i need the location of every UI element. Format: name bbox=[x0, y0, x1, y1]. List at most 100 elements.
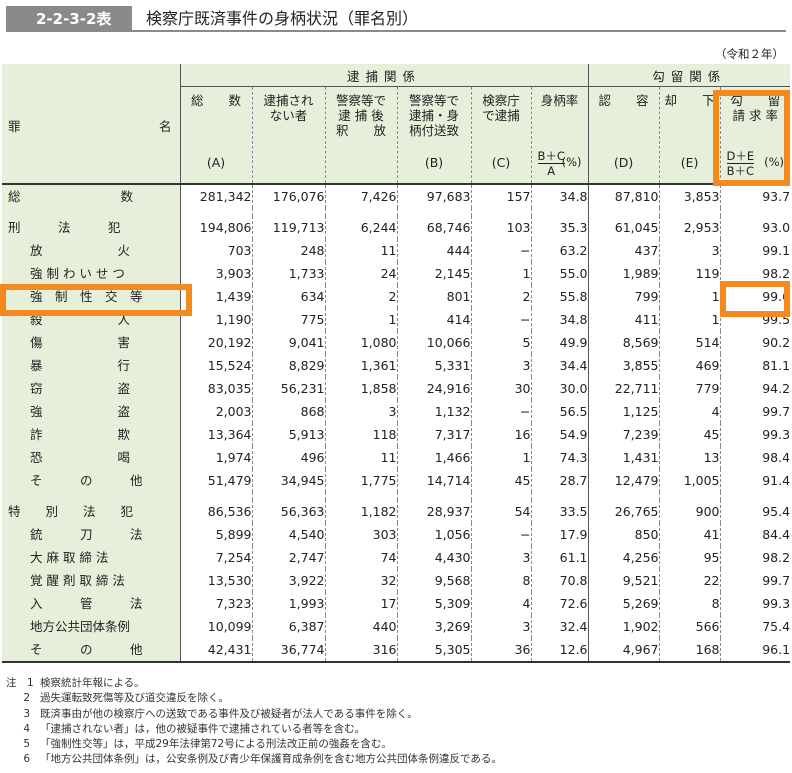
value-cell: 72.6 bbox=[530, 592, 589, 615]
value-cell: 51,479 bbox=[179, 469, 252, 492]
value-cell: 7,254 bbox=[179, 546, 252, 569]
value-cell: 11 bbox=[324, 239, 397, 262]
footnote-text: 「逮捕されない者」は，他の被疑事件で逮捕されている者等を含む。 bbox=[40, 722, 366, 735]
gap-cell bbox=[396, 492, 471, 500]
value-cell: 61,045 bbox=[587, 216, 660, 239]
value-cell: 1 bbox=[658, 285, 721, 308]
value-cell: 22 bbox=[658, 569, 721, 592]
table-row: そ の 他 42,431 36,774 316 5,305 36 12.6 4,967 168 9… bbox=[2, 638, 791, 663]
crime-name-cell: 強 制 わ い せ つ bbox=[2, 262, 180, 285]
table-row: 窃 盗 83,035 56,231 1,858 24,916 30 30.0 22,711 77… bbox=[2, 377, 791, 400]
crime-name: 強 盗 bbox=[30, 404, 131, 419]
crime-header-left: 罪 bbox=[8, 119, 21, 134]
value-cell: − bbox=[470, 523, 531, 546]
value-cell: 24 bbox=[324, 262, 397, 285]
crime-name-cell: 暴 行 bbox=[2, 354, 180, 377]
value-cell: 2 bbox=[470, 285, 531, 308]
table-title: 検察庁既済事件の身柄状況（罪名別） bbox=[146, 9, 419, 28]
value-cell: 2,145 bbox=[396, 262, 471, 285]
gap-cell bbox=[179, 492, 252, 500]
value-cell: 99.3 bbox=[719, 592, 791, 615]
value-cell: 281,342 bbox=[179, 184, 252, 208]
value-cell: 3,855 bbox=[587, 354, 660, 377]
footnote-number: 4 bbox=[23, 722, 30, 735]
value-cell: 3,922 bbox=[251, 569, 325, 592]
value-cell: 1,125 bbox=[587, 400, 660, 423]
table-row: 地方公共団体条例 10,099 6,387 440 3,269 3 32.4 1,902 566… bbox=[2, 615, 791, 638]
footnote-number: 3 bbox=[23, 707, 30, 720]
value-cell: 9,521 bbox=[587, 569, 660, 592]
value-cell: 33.5 bbox=[530, 500, 589, 523]
value-cell: 414 bbox=[396, 308, 471, 331]
table-row: 詐 欺 13,364 5,913 118 7,317 16 54.9 7,239 45 99.3 bbox=[2, 423, 791, 446]
value-cell: 1 bbox=[470, 262, 531, 285]
crime-column-header: 罪 名 bbox=[2, 64, 180, 185]
value-cell: 35.3 bbox=[530, 216, 589, 239]
value-cell: 6,244 bbox=[324, 216, 397, 239]
column-header: 総 数 (A) bbox=[179, 86, 252, 185]
table-row: 特 別 法 犯 86,536 56,363 1,182 28,937 54 33.5 26,7… bbox=[2, 500, 791, 523]
value-cell: 63.2 bbox=[530, 239, 589, 262]
footnote: 4 「逮捕されない者」は，他の被疑事件で逮捕されている者等を含む。 bbox=[6, 722, 502, 737]
value-cell: 1,182 bbox=[324, 500, 397, 523]
value-cell: 87,810 bbox=[587, 184, 660, 208]
crime-name-cell: 銃 刀 法 bbox=[2, 523, 180, 546]
value-cell: 3,269 bbox=[396, 615, 471, 638]
gap-cell bbox=[2, 208, 180, 216]
gap-cell bbox=[587, 492, 660, 500]
footnotes: 注 1 検察統計年報による。 2 過失運転致死傷等及び道交違反を除く。 3 既済事由が他の… bbox=[6, 676, 502, 768]
value-cell: 20,192 bbox=[179, 331, 252, 354]
value-cell: 9,568 bbox=[396, 569, 471, 592]
row-gap bbox=[2, 492, 791, 500]
value-cell: 83,035 bbox=[179, 377, 252, 400]
value-cell: 4,540 bbox=[251, 523, 325, 546]
value-cell: 45 bbox=[470, 469, 531, 492]
table-row: 入 管 法 7,323 1,993 17 5,309 4 72.6 5,269 8 99.3 bbox=[2, 592, 791, 615]
crime-name-cell: 特 別 法 犯 bbox=[2, 500, 180, 523]
value-cell: 4,967 bbox=[587, 638, 660, 663]
value-cell: 56.5 bbox=[530, 400, 589, 423]
value-cell: − bbox=[470, 308, 531, 331]
value-cell: 32 bbox=[324, 569, 397, 592]
footnote: 2 過失運転致死傷等及び道交違反を除く。 bbox=[6, 691, 502, 706]
value-cell: 74 bbox=[324, 546, 397, 569]
value-cell: 42,431 bbox=[179, 638, 252, 663]
column-header-label: 警察等で 逮捕・身 柄付送致 bbox=[408, 93, 459, 138]
value-cell: 868 bbox=[251, 400, 325, 423]
value-cell: 1,858 bbox=[324, 377, 397, 400]
table-row: 総 数 281,342 176,076 7,426 97,683 157 34.8 87,81… bbox=[2, 184, 791, 208]
column-header: 逮捕され ない者 bbox=[251, 86, 325, 185]
detention-group-header: 勾留関係 bbox=[587, 64, 791, 87]
table-row: 銃 刀 法 5,899 4,540 303 1,056−17.9 850 41 84.4 bbox=[2, 523, 791, 546]
value-cell: 55.0 bbox=[530, 262, 589, 285]
highlight-rape-row-name bbox=[0, 284, 192, 316]
gap-cell bbox=[658, 208, 721, 216]
footnote-text: 既済事由が他の検察庁への送致である事件及び被疑者が法人である事件を除く。 bbox=[40, 707, 418, 720]
table-row: 強 盗 2,003 868 3 1,132−56.5 1,125 4 99.7 bbox=[2, 400, 791, 423]
value-cell: 3 bbox=[470, 546, 531, 569]
crime-name-cell: 総 数 bbox=[2, 184, 180, 208]
value-cell: 496 bbox=[251, 446, 325, 469]
value-cell: 4 bbox=[658, 400, 721, 423]
column-header-label: 検察庁 で逮捕 bbox=[482, 93, 520, 123]
crime-name-cell: 刑 法 犯 bbox=[2, 216, 180, 239]
value-cell: 91.4 bbox=[719, 469, 791, 492]
crime-name: 大 麻 取 締 法 bbox=[30, 550, 109, 565]
footnote-text: 「強制性交等」は，平成29年法律第72号による刑法改正前の強姦を含む。 bbox=[40, 738, 392, 751]
value-cell: 86,536 bbox=[179, 500, 252, 523]
gap-cell bbox=[587, 208, 660, 216]
table-row: そ の 他 51,479 34,945 1,775 14,714 45 28.7 12,479… bbox=[2, 469, 791, 492]
table-row: 強 制 わ い せ つ 3,903 1,733 24 2,145 1 55.0 1,989 11… bbox=[2, 262, 791, 285]
value-cell: 55.8 bbox=[530, 285, 589, 308]
percent-unit: (%) bbox=[561, 155, 582, 169]
value-cell: 45 bbox=[658, 423, 721, 446]
value-cell: 1,005 bbox=[658, 469, 721, 492]
value-cell: 1 bbox=[658, 308, 721, 331]
value-cell: 440 bbox=[324, 615, 397, 638]
value-cell: 4 bbox=[470, 592, 531, 615]
value-cell: 16 bbox=[470, 423, 531, 446]
value-cell: 2,953 bbox=[658, 216, 721, 239]
value-cell: 54 bbox=[470, 500, 531, 523]
table-row: 覚 醒 剤 取 締 法 13,530 3,922 32 9,568 8 70.8 9,521 2… bbox=[2, 569, 791, 592]
value-cell: 119 bbox=[658, 262, 721, 285]
